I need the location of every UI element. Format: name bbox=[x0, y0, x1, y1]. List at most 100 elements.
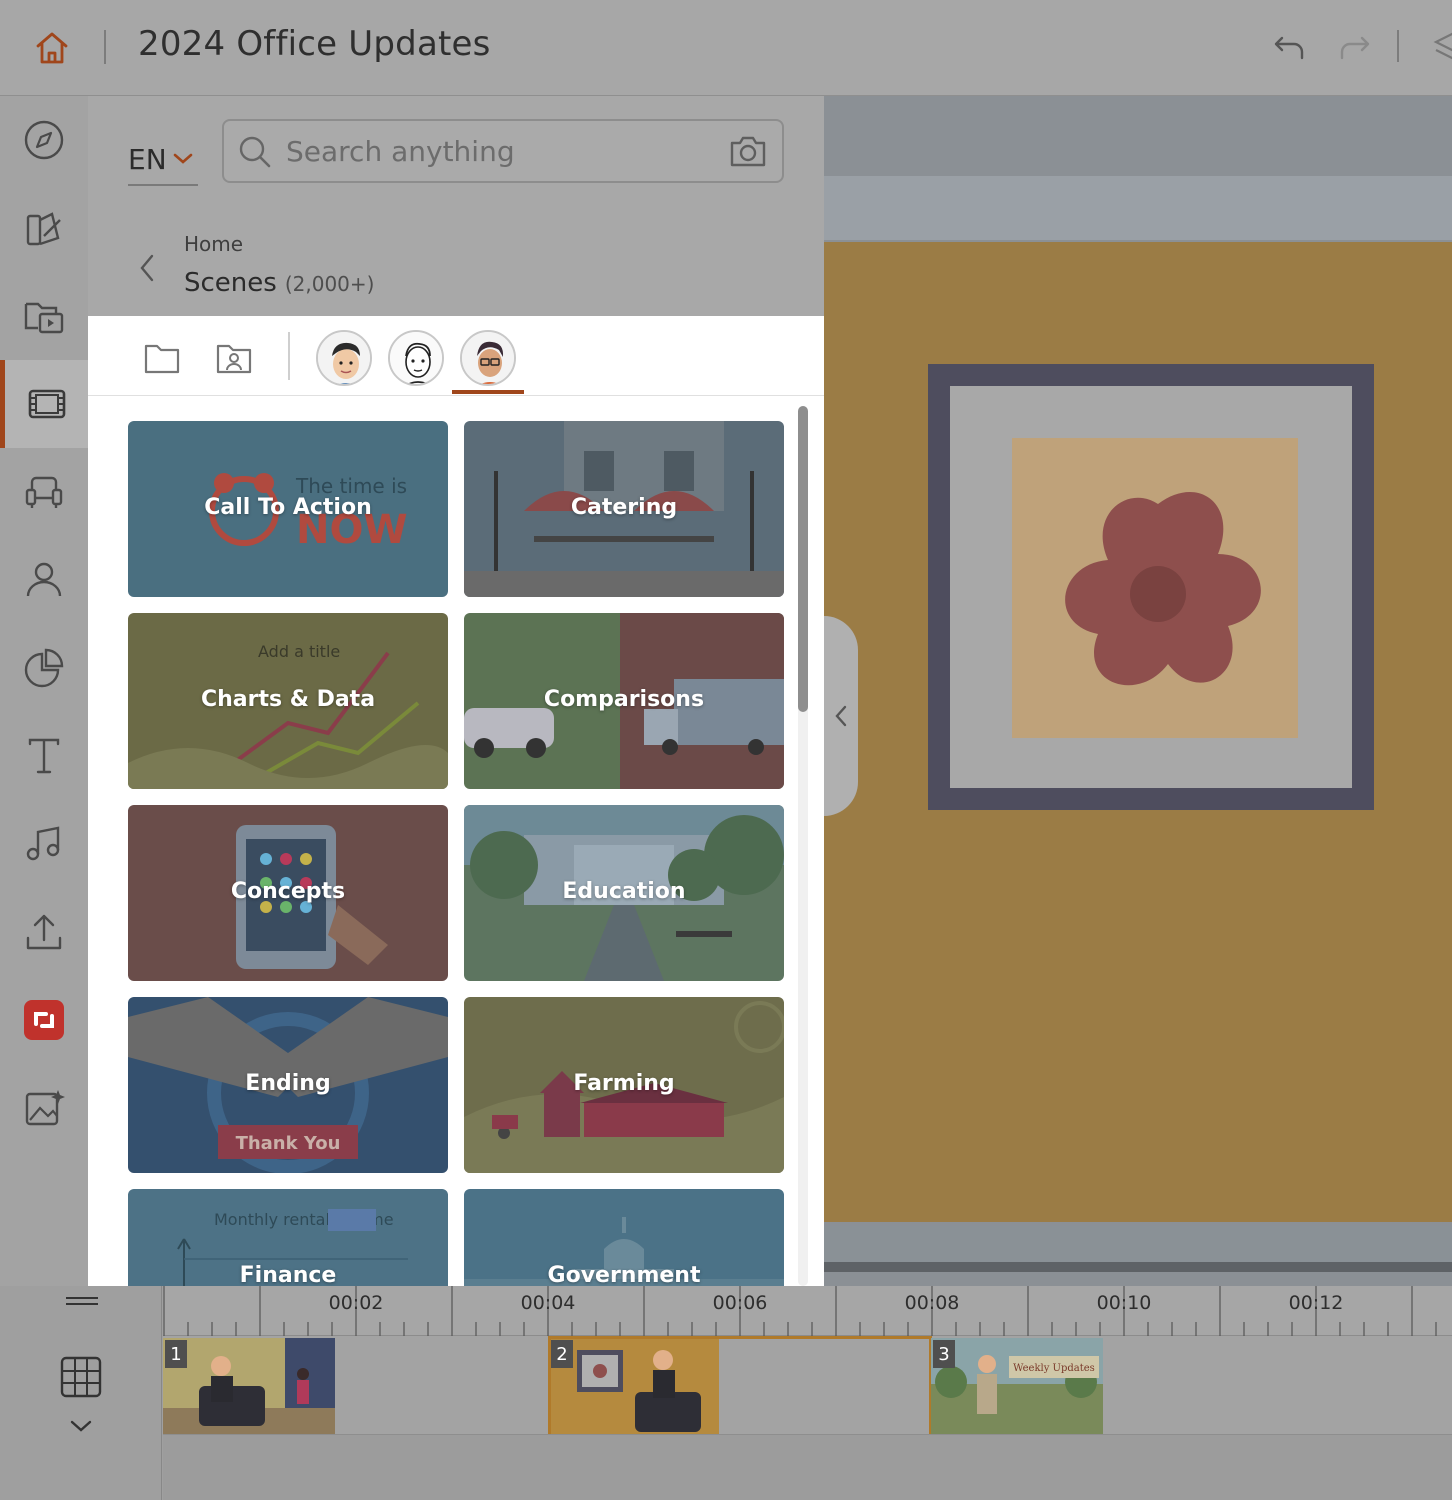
language-code: EN bbox=[128, 142, 167, 176]
redo-button[interactable] bbox=[1334, 28, 1374, 68]
armchair-icon bbox=[25, 476, 63, 508]
category-card-concepts[interactable]: Concepts bbox=[128, 805, 448, 981]
chevron-left-icon bbox=[835, 705, 847, 727]
left-toolbar bbox=[0, 96, 88, 1286]
category-card-finance[interactable]: Monthly rental income Finance bbox=[128, 1189, 448, 1286]
ai-image-icon bbox=[25, 1090, 65, 1126]
rail-text[interactable] bbox=[0, 712, 88, 800]
chevron-down-icon bbox=[173, 153, 192, 164]
time-ruler[interactable]: 00:02 00:04 00:06 00:08 00:10 00:12 bbox=[163, 1286, 1452, 1336]
title-divider bbox=[104, 30, 106, 64]
category-label: Call To Action bbox=[204, 495, 372, 520]
clip-number: 1 bbox=[165, 1340, 187, 1368]
ruler-label: 00:08 bbox=[904, 1292, 960, 1314]
category-label: Farming bbox=[573, 1071, 675, 1096]
category-label: Comparisons bbox=[543, 687, 705, 712]
scene-clip-1[interactable]: 1 bbox=[163, 1338, 335, 1434]
rail-media-folder[interactable] bbox=[0, 272, 88, 360]
rail-upload[interactable] bbox=[0, 888, 88, 976]
scene-grid-icon[interactable] bbox=[58, 1354, 104, 1400]
svg-text:Thank You: Thank You bbox=[236, 1133, 341, 1154]
chevron-down-icon[interactable] bbox=[68, 1416, 94, 1436]
category-card-ending[interactable]: Thank You Ending bbox=[128, 997, 448, 1173]
document-title[interactable]: 2024 Office Updates bbox=[138, 24, 491, 64]
tab-style-modern[interactable] bbox=[458, 328, 518, 388]
pie-chart-icon bbox=[24, 648, 64, 688]
text-icon bbox=[28, 738, 60, 774]
clip-number: 3 bbox=[933, 1340, 955, 1368]
user-folder-icon bbox=[216, 344, 252, 374]
music-note-icon bbox=[26, 826, 60, 861]
audio-track[interactable] bbox=[163, 1434, 1452, 1500]
search-field bbox=[222, 119, 784, 183]
character-avatar-whiteboard bbox=[388, 330, 444, 386]
category-card-farming[interactable]: Farming bbox=[464, 997, 784, 1173]
upload-icon bbox=[26, 914, 62, 950]
rail-scenes[interactable] bbox=[0, 360, 88, 448]
back-button[interactable] bbox=[132, 248, 162, 288]
category-card-catering[interactable]: Catering bbox=[464, 421, 784, 597]
active-tab-indicator bbox=[452, 390, 524, 394]
tab-my-folders[interactable] bbox=[204, 328, 264, 388]
category-label: Catering bbox=[570, 495, 678, 520]
rail-ai-image[interactable] bbox=[0, 1064, 88, 1152]
top-bar: 2024 Office Updates bbox=[0, 0, 1452, 96]
camera-icon[interactable] bbox=[728, 133, 768, 169]
category-label: Education bbox=[562, 879, 686, 904]
grid-scrollbar[interactable] bbox=[798, 406, 808, 1286]
category-label: Ending bbox=[245, 1071, 331, 1096]
rail-characters[interactable] bbox=[0, 536, 88, 624]
scene-3-thumbnail: Weekly Updates bbox=[931, 1338, 1103, 1434]
drag-handle-icon[interactable] bbox=[62, 1294, 102, 1308]
timeline-controls bbox=[0, 1286, 162, 1500]
category-card-government[interactable]: Government bbox=[464, 1189, 784, 1286]
category-card-education[interactable]: Education bbox=[464, 805, 784, 981]
rail-templates[interactable] bbox=[0, 184, 88, 272]
ruler-label: 00:12 bbox=[1288, 1292, 1344, 1314]
collapse-panel-button[interactable] bbox=[824, 616, 858, 816]
category-card-charts-data[interactable]: Add a title Charts & Data bbox=[128, 613, 448, 789]
layers-button[interactable] bbox=[1430, 28, 1452, 68]
framed-flower-picture[interactable] bbox=[928, 364, 1374, 810]
scrollbar-thumb[interactable] bbox=[798, 406, 808, 712]
app-root: 2024 Office Updates EN Search anything H… bbox=[0, 0, 1452, 1500]
tab-all-folders[interactable] bbox=[132, 328, 192, 388]
svg-text:Add a title: Add a title bbox=[258, 642, 340, 661]
section-title: Scenes (2,000+) bbox=[184, 268, 374, 298]
undo-button[interactable] bbox=[1270, 28, 1310, 68]
section-title-text: Scenes bbox=[184, 268, 277, 298]
timeline: 00:02 00:04 00:06 00:08 00:10 00:12 1 2 … bbox=[0, 1286, 1452, 1500]
category-label: Finance bbox=[239, 1263, 337, 1286]
scene-canvas[interactable] bbox=[824, 242, 1452, 1222]
rail-charts[interactable] bbox=[0, 624, 88, 712]
category-card-comparisons[interactable]: Comparisons bbox=[464, 613, 784, 789]
character-avatar-modern bbox=[460, 330, 516, 386]
category-label: Concepts bbox=[230, 879, 346, 904]
ruler-label: 00:10 bbox=[1096, 1292, 1152, 1314]
stage-bottom-line bbox=[824, 1262, 1452, 1272]
rail-props[interactable] bbox=[0, 448, 88, 536]
home-button[interactable] bbox=[28, 24, 76, 72]
breadcrumb-home[interactable]: Home bbox=[184, 232, 243, 256]
clip-banner-text: Weekly Updates bbox=[1013, 1363, 1095, 1374]
tab-style-lively[interactable] bbox=[314, 328, 374, 388]
person-icon bbox=[26, 562, 62, 597]
rail-music[interactable] bbox=[0, 800, 88, 888]
scene-category-grid: The time is NOW Call To Action Catering A… bbox=[88, 396, 824, 1286]
ruler-label: 00:06 bbox=[712, 1292, 768, 1314]
brand-plugin-icon bbox=[24, 1000, 64, 1040]
library-filter-tabs bbox=[88, 316, 824, 396]
ruler-label: 00:02 bbox=[328, 1292, 384, 1314]
redo-icon bbox=[1340, 36, 1370, 60]
scene-clip-3[interactable]: Weekly Updates 3 bbox=[931, 1338, 1103, 1434]
search-input[interactable] bbox=[286, 131, 716, 171]
category-card-call-to-action[interactable]: The time is NOW Call To Action bbox=[128, 421, 448, 597]
panel-header: EN Home Scenes (2,000+) bbox=[88, 96, 824, 316]
tab-style-whiteboard[interactable] bbox=[386, 328, 446, 388]
rail-explore[interactable] bbox=[0, 96, 88, 184]
rail-plugin[interactable] bbox=[0, 976, 88, 1064]
film-icon bbox=[28, 389, 65, 419]
chevron-left-icon bbox=[140, 254, 154, 282]
undo-icon bbox=[1274, 36, 1304, 60]
language-selector[interactable]: EN bbox=[128, 134, 198, 186]
